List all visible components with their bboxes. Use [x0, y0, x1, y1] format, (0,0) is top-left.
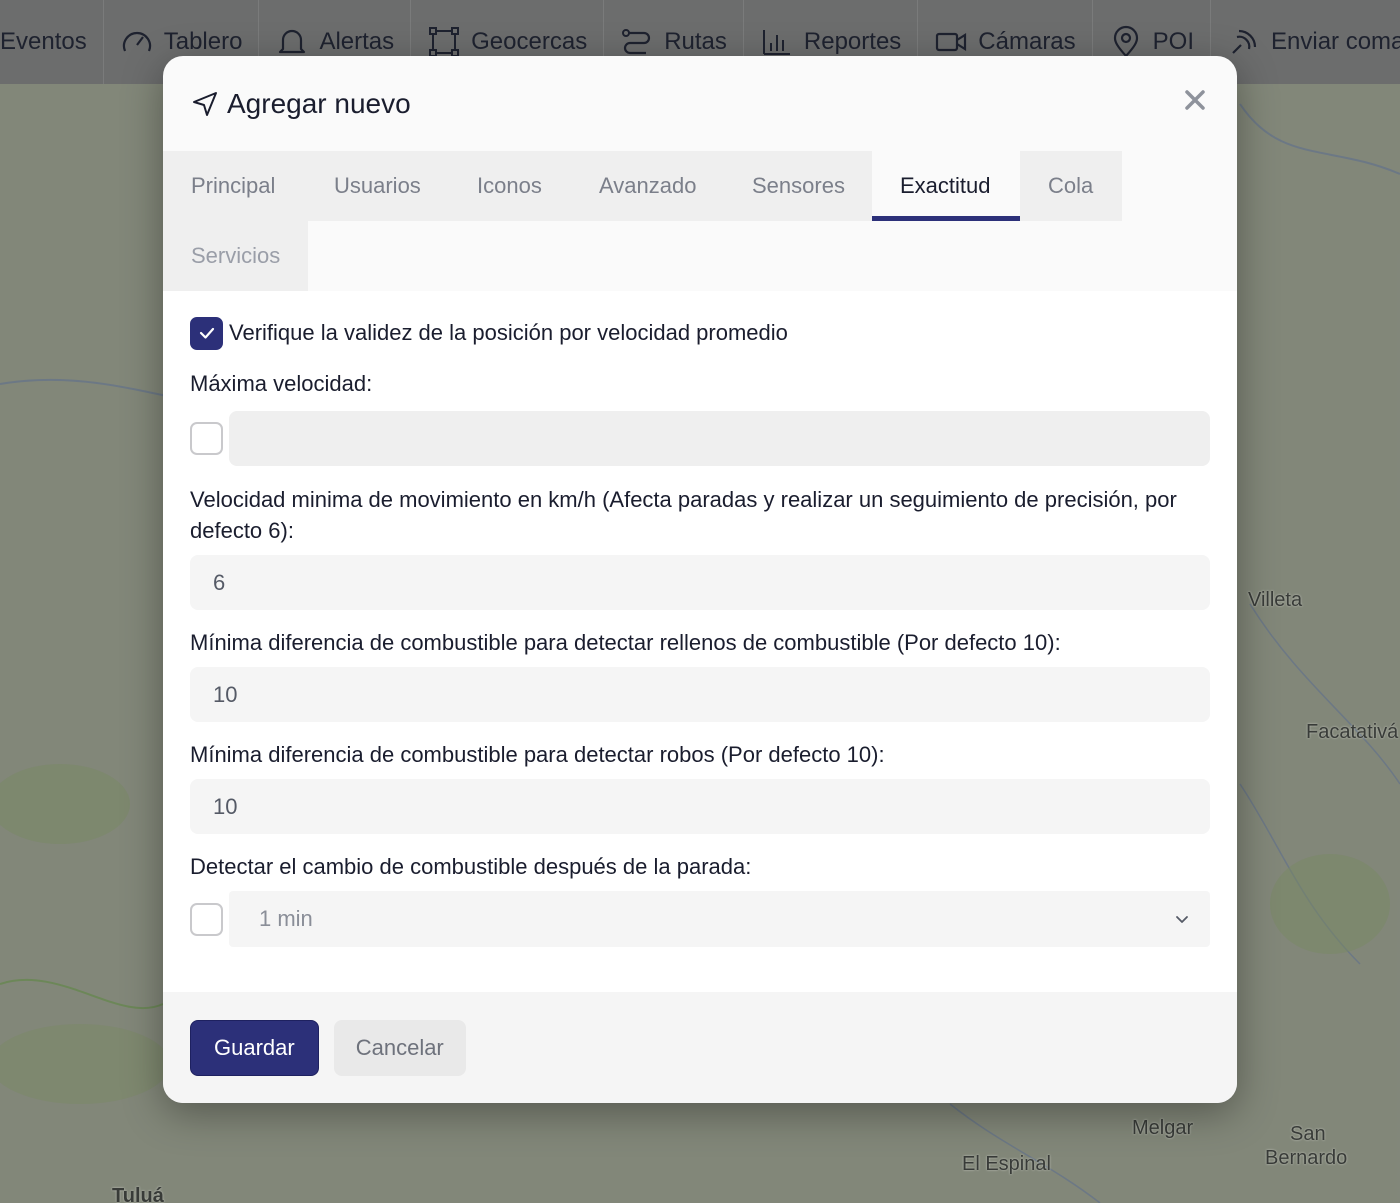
- max-speed-input[interactable]: [229, 411, 1210, 466]
- save-button[interactable]: Guardar: [190, 1020, 319, 1076]
- send-arrow-icon: [191, 90, 219, 118]
- tab-sensores[interactable]: Sensores: [724, 151, 872, 221]
- modal-body: Verifique la validez de la posición por …: [163, 291, 1237, 992]
- tab-usuarios[interactable]: Usuarios: [306, 151, 449, 221]
- tab-principal[interactable]: Principal: [163, 151, 306, 221]
- modal-footer: Guardar Cancelar: [163, 992, 1237, 1103]
- add-new-modal: Agregar nuevo Principal Usuarios Iconos …: [163, 56, 1237, 1103]
- fuel-fill-input[interactable]: 10: [190, 667, 1210, 722]
- modal-tabs: Principal Usuarios Iconos Avanzado Senso…: [163, 151, 1237, 291]
- tab-exactitud[interactable]: Exactitud: [872, 151, 1020, 221]
- tabs-spacer: [1122, 151, 1237, 221]
- modal-header: Agregar nuevo: [163, 56, 1237, 151]
- tab-avanzado[interactable]: Avanzado: [571, 151, 724, 221]
- tab-iconos[interactable]: Iconos: [449, 151, 571, 221]
- min-speed-label: Velocidad minima de movimiento en km/h (…: [190, 487, 1177, 543]
- cancel-button[interactable]: Cancelar: [333, 1020, 466, 1076]
- fuel-theft-label: Mínima diferencia de combustible para de…: [190, 742, 885, 767]
- fuel-change-selected: 1 min: [259, 906, 313, 931]
- tab-cola[interactable]: Cola: [1020, 151, 1122, 221]
- close-button[interactable]: [1181, 86, 1209, 114]
- check-icon: [199, 327, 214, 339]
- chevron-down-icon: [1174, 911, 1190, 927]
- max-speed-label: Máxima velocidad:: [190, 371, 373, 396]
- fuel-change-select[interactable]: 1 min: [229, 891, 1210, 947]
- close-icon: [1184, 89, 1206, 111]
- validate-position-checkbox[interactable]: [190, 316, 223, 350]
- min-speed-input[interactable]: 6: [190, 555, 1210, 610]
- max-speed-checkbox[interactable]: [190, 422, 223, 455]
- max-speed-row: [190, 411, 1210, 466]
- fuel-change-checkbox[interactable]: [190, 902, 223, 936]
- modal-title: Agregar nuevo: [227, 87, 411, 119]
- fuel-change-row: 1 min: [190, 891, 1210, 947]
- validate-position-row: Verifique la validez de la posición por …: [190, 315, 1210, 351]
- fuel-change-label: Detectar el cambio de combustible despué…: [190, 854, 752, 879]
- tab-servicios[interactable]: Servicios: [163, 221, 308, 291]
- fuel-theft-input[interactable]: 10: [190, 779, 1210, 834]
- validate-position-label: Verifique la validez de la posición por …: [229, 320, 788, 345]
- fuel-fill-label: Mínima diferencia de combustible para de…: [190, 630, 1061, 655]
